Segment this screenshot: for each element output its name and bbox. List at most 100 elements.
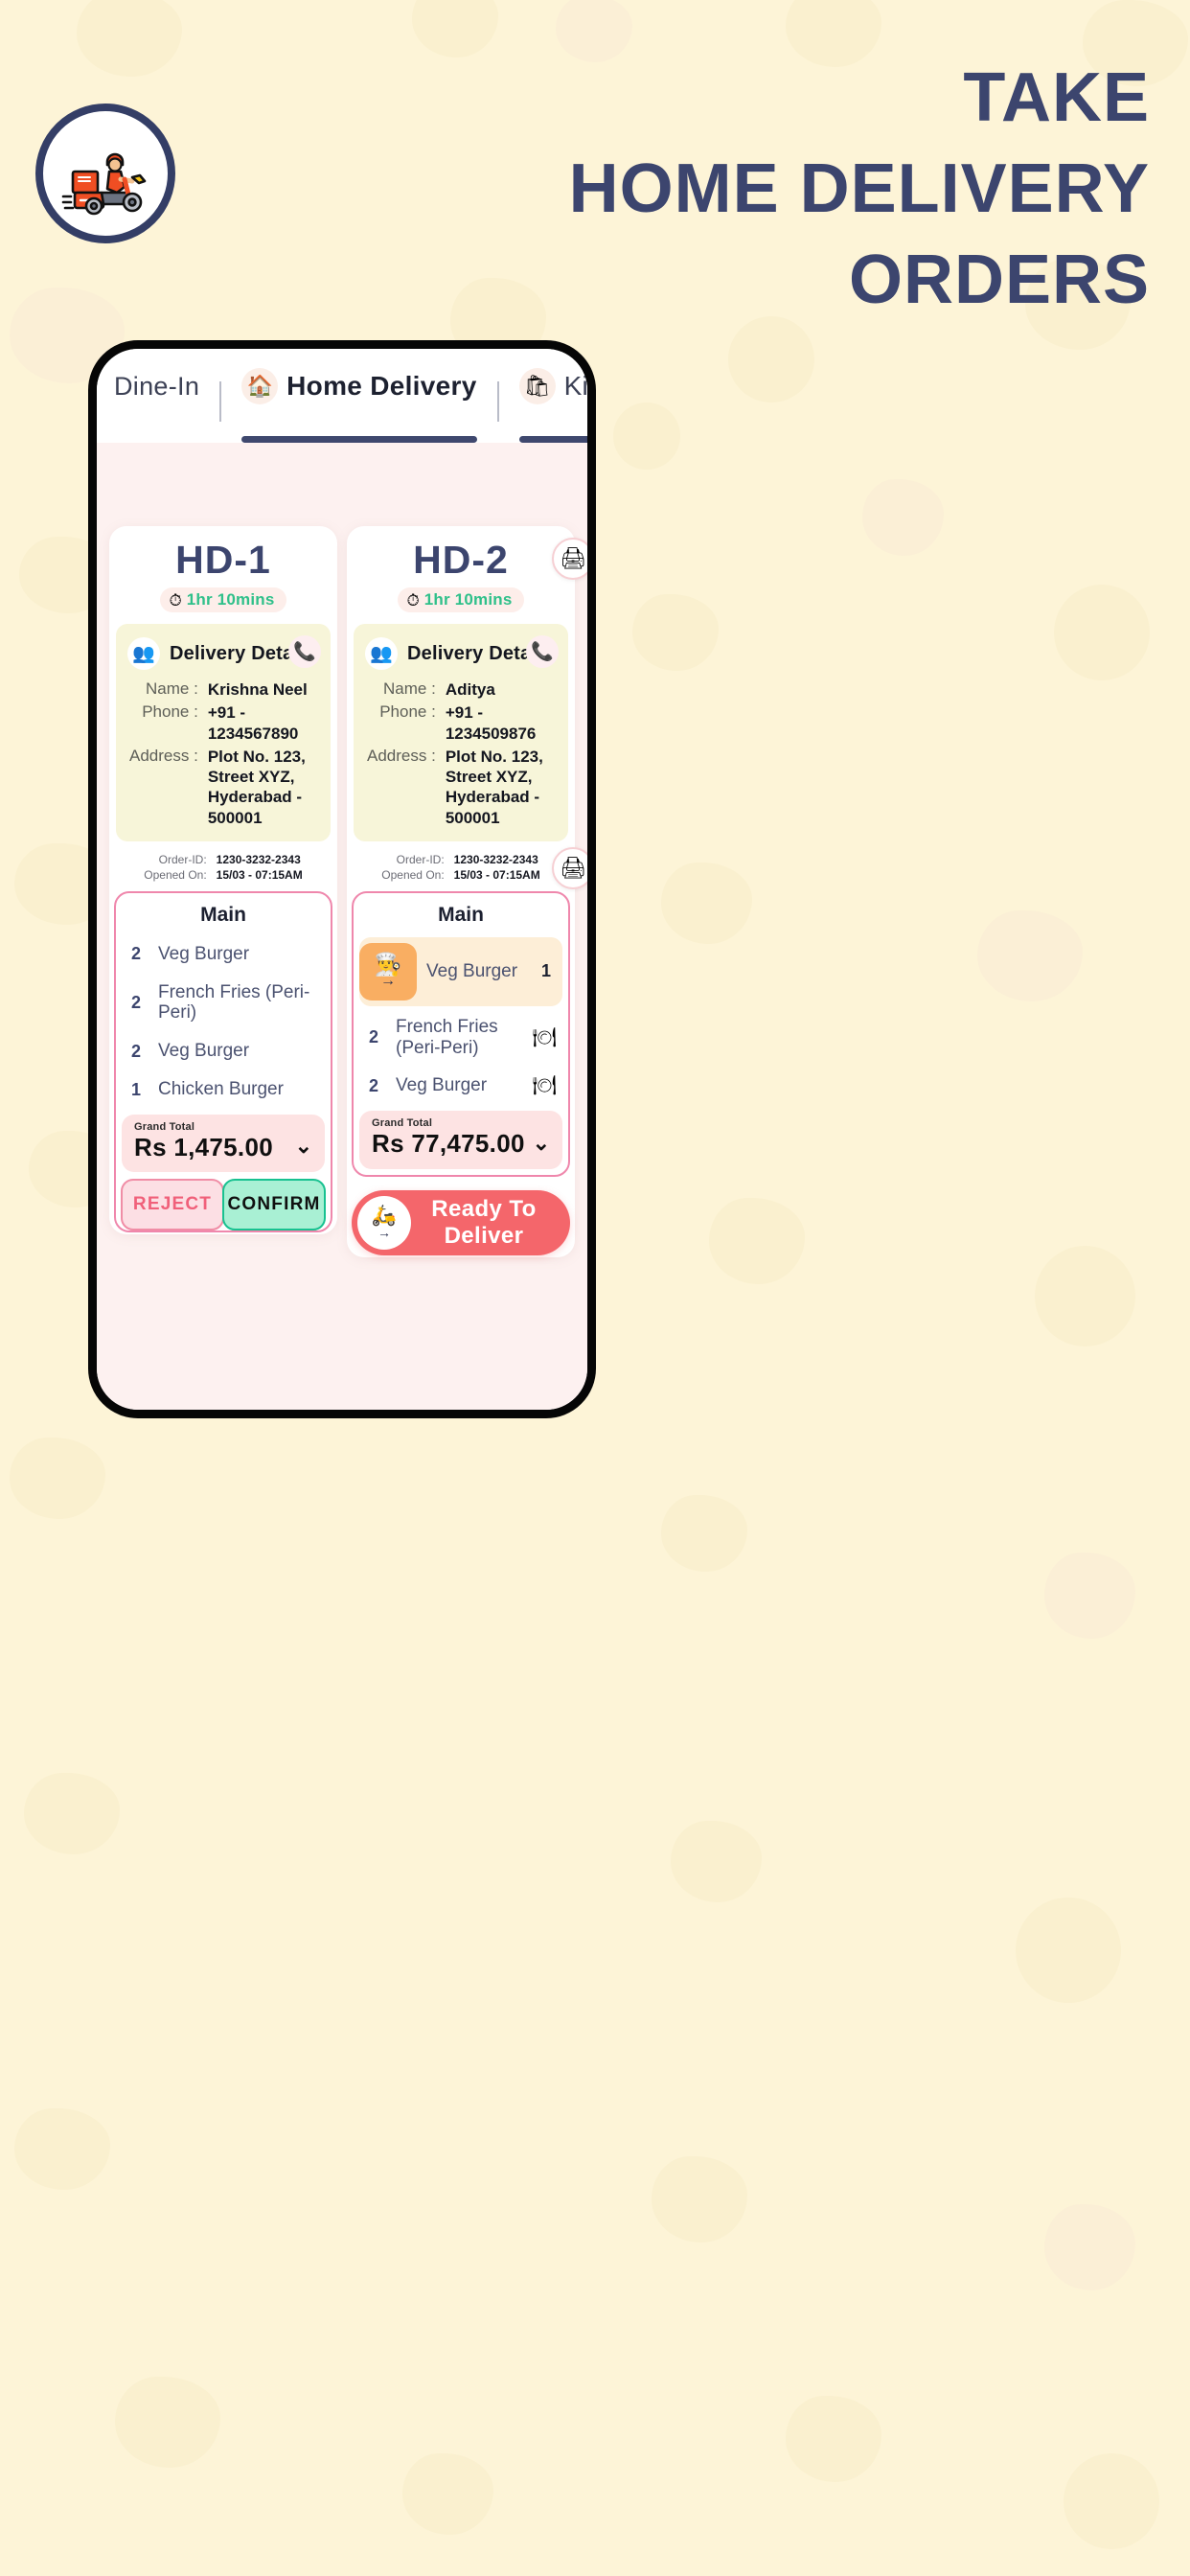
order-1-timer: ⏱ 1hr 10mins [160, 587, 286, 613]
order-2-item-2-qty: 2 [368, 1027, 378, 1047]
order-1-actions: REJECT CONFIRM [121, 1179, 326, 1231]
takeout-bag-icon: 🛍 [518, 368, 556, 404]
order-2-items-title: Main [438, 903, 484, 926]
order-2-address-value: Plot No. 123, Street XYZ, Hyderabad - 50… [445, 747, 543, 827]
confirm-button[interactable]: CONFIRM [222, 1179, 326, 1231]
tab-kitchen[interactable]: 🛍 Kit [518, 349, 587, 443]
order-1-item-row-1[interactable]: 2 Veg Burger [116, 935, 331, 974]
cloche-icon: 🍽 [532, 1075, 557, 1097]
order-1-item-4-name: Chicken Burger [158, 1079, 284, 1100]
order-2-item-3-name: Veg Burger [396, 1075, 488, 1096]
order-2-item-row-3[interactable]: 2 Veg Burger 🍽 [354, 1067, 568, 1105]
order-2-phone-value: +91 - 1234509876 [445, 703, 537, 743]
order-1-items-title: Main [200, 903, 246, 926]
stopwatch-icon: ⏱ [169, 590, 182, 610]
chef-cooking-icon[interactable]: 👨‍🍳 → [359, 942, 417, 1000]
order-1-item-row-2[interactable]: 2 French Fries (Peri-Peri) [116, 974, 331, 1033]
order-1-item-3-qty: 2 [130, 1041, 141, 1061]
ready-to-deliver-button[interactable]: 🛵 → Ready To Deliver [352, 1189, 570, 1255]
headline-line-3: ORDERS [848, 242, 1150, 318]
order-2-opened-value: 15/03 - 07:15AM [453, 867, 540, 882]
order-2-timer-label: 1hr 10mins [423, 590, 513, 610]
order-2-header: HD-2 ⏱ 1hr 10mins 🖨 [347, 526, 587, 624]
scooter-delivery-icon: 🛵 → [357, 1195, 411, 1250]
order-1-item-row-4[interactable]: 1 Chicken Burger [116, 1070, 331, 1109]
order-card-hd-2[interactable]: HD-2 ⏱ 1hr 10mins 🖨 👥 Delivery Details 📞 [347, 526, 587, 1257]
order-1-item-3-name: Veg Burger [158, 1041, 250, 1062]
order-1-address-value: Plot No. 123, Street XYZ, Hyderabad - 50… [207, 747, 306, 827]
order-1-item-2-name: French Fries (Peri-Peri) [158, 981, 310, 1024]
order-1-address-label: Address : [129, 746, 198, 765]
order-1-items-panel: Main 2 Veg Burger 2 French Fries (Peri-P… [114, 890, 332, 1233]
order-2-item-row-2[interactable]: 2 French Fries (Peri-Peri) 🍽 [354, 1008, 568, 1068]
tab-home-delivery[interactable]: 🏠 Home Delivery [241, 349, 477, 443]
people-icon: 👥 [127, 637, 160, 671]
order-2-name-value: Aditya [445, 680, 495, 700]
order-1-name-value: Krishna Neel [207, 680, 308, 700]
order-2-call-button[interactable]: 📞 [526, 635, 559, 669]
tab-divider-2 [496, 381, 499, 422]
order-1-item-4-qty: 1 [130, 1079, 141, 1099]
order-2-delivery-details: 👥 Delivery Details 📞 Name : Aditya Phone… [354, 624, 568, 841]
tab-dine-in[interactable]: Dine-In [114, 349, 199, 443]
print-button-meta[interactable]: 🖨 [552, 846, 587, 889]
order-1-item-1-qty: 2 [130, 944, 141, 964]
order-1-item-1-name: Veg Burger [158, 943, 250, 964]
order-1-item-row-3[interactable]: 2 Veg Burger [116, 1032, 331, 1070]
order-1-opened-label: Opened On: [144, 867, 207, 882]
order-2-phone-label: Phone : [379, 702, 436, 722]
chevron-down-icon[interactable]: ⌄ [295, 1136, 312, 1162]
order-2-timer: ⏱ 1hr 10mins [398, 587, 524, 613]
order-1-delivery-details: 👥 Delivery Details 📞 Name : Krishna Neel… [116, 624, 331, 841]
order-2-item-2-name: French Fries (Peri-Peri) [396, 1016, 498, 1058]
order-2-orderid-value: 1230-3232-2343 [453, 852, 538, 866]
tab-bar: Dine-In 🏠 Home Delivery 🛍 Kit [97, 349, 587, 443]
reject-button[interactable]: REJECT [121, 1179, 224, 1231]
order-1-call-button[interactable]: 📞 [288, 635, 321, 669]
order-1-grand-total[interactable]: Grand Total Rs 1,475.00 ⌄ [122, 1115, 325, 1173]
delivery-scooter-logo [35, 104, 175, 243]
arrow-right-icon: → [378, 1225, 391, 1241]
cloche-icon: 🍽 [532, 1026, 557, 1048]
order-1-item-2-qty: 2 [130, 992, 141, 1012]
order-1-orderid-label: Order-ID: [158, 852, 207, 866]
order-2-address-label: Address : [367, 746, 436, 765]
stopwatch-icon: ⏱ [406, 590, 420, 610]
order-1-opened-value: 15/03 - 07:15AM [216, 867, 303, 882]
order-2-item-1-qty: 1 [540, 961, 551, 981]
order-1-name-label: Name : [146, 679, 198, 699]
order-column-2: HD-2 ⏱ 1hr 10mins 🖨 👥 Delivery Details 📞 [347, 470, 587, 1257]
chevron-down-icon[interactable]: ⌄ [533, 1132, 550, 1160]
order-2-orderid-label: Order-ID: [396, 852, 445, 866]
tab-kitchen-label: Kit [563, 371, 587, 401]
tab-divider-1 [219, 381, 222, 422]
order-1-meta: Order-ID: 1230-3232-2343 Opened On: 15/0… [109, 841, 337, 891]
order-1-phone-label: Phone : [142, 702, 198, 722]
order-1-grand-total-label: Grand Total [134, 1121, 195, 1134]
order-2-opened-label: Opened On: [381, 867, 445, 882]
order-2-item-3-qty: 2 [368, 1075, 378, 1095]
print-button-header[interactable]: 🖨 [552, 538, 587, 580]
order-2-id: HD-2 [413, 538, 509, 582]
order-2-item-row-1[interactable]: 👨‍🍳 → Veg Burger 1 [359, 936, 562, 1006]
order-1-grand-total-value: Rs 1,475.00 [134, 1133, 273, 1162]
ready-to-deliver-label: Ready To Deliver [431, 1195, 537, 1249]
order-column-1: HD-1 ⏱ 1hr 10mins 👥 Delivery Details 📞 N… [109, 470, 337, 1235]
order-1-orderid-value: 1230-3232-2343 [216, 852, 301, 866]
order-1-phone-value: +91 - 1234567890 [207, 703, 299, 743]
order-2-meta: Order-ID: 1230-3232-2343 Opened On: 15/0… [347, 841, 587, 891]
order-1-timer-label: 1hr 10mins [186, 590, 275, 610]
order-card-hd-1[interactable]: HD-1 ⏱ 1hr 10mins 👥 Delivery Details 📞 N… [109, 526, 337, 1235]
order-2-grand-total[interactable]: Grand Total Rs 77,475.00 ⌄ [359, 1111, 562, 1169]
orders-board: HD-1 ⏱ 1hr 10mins 👥 Delivery Details 📞 N… [97, 443, 587, 1410]
order-2-name-label: Name : [383, 679, 436, 699]
tab-home-delivery-underline [241, 436, 477, 443]
tab-kitchen-underline [518, 436, 587, 443]
order-1-id: HD-1 [175, 538, 271, 582]
order-1-header: HD-1 ⏱ 1hr 10mins [109, 526, 337, 624]
page-title: TAKE HOME DELIVERY ORDERS [182, 53, 1150, 326]
phone-mockup: Dine-In 🏠 Home Delivery 🛍 Kit HD-1 [88, 340, 596, 1418]
headline-line-2: HOME DELIVERY [568, 150, 1150, 227]
house-with-pin-icon: 🏠 [241, 368, 279, 404]
order-2-grand-total-value: Rs 77,475.00 [372, 1129, 525, 1159]
